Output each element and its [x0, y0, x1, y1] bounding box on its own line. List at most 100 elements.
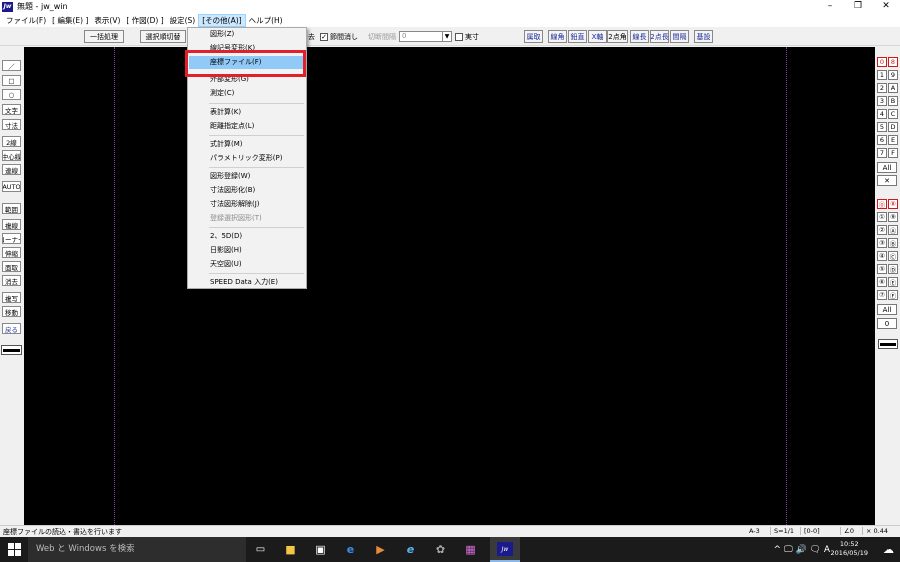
- left-tool-button[interactable]: 中心線: [2, 150, 21, 161]
- left-tool-button[interactable]: 面取: [2, 261, 21, 272]
- layer-group-button[interactable]: 1: [877, 70, 887, 80]
- menu-item[interactable]: [ 作図(D) ]: [123, 15, 166, 26]
- layer-all-button[interactable]: All: [877, 162, 897, 173]
- dropdown-menu-item[interactable]: 表計算(K): [189, 106, 305, 119]
- layer-button[interactable]: ⑦: [877, 290, 887, 300]
- dropdown-menu-item[interactable]: 日影図(H): [189, 244, 305, 257]
- menu-item[interactable]: ヘルプ(H): [246, 15, 286, 26]
- left-tool-button[interactable]: 連線: [2, 164, 21, 175]
- layer-button[interactable]: ③: [877, 238, 887, 248]
- toolbar-tool-button[interactable]: 2点角: [607, 30, 628, 43]
- system-tray[interactable]: ^ 🖵 🔊 🗨 A: [774, 537, 830, 562]
- app-icon-image[interactable]: ▦: [462, 541, 479, 558]
- layer-group-button[interactable]: 9: [888, 70, 898, 80]
- left-tool-button[interactable]: コーナー: [2, 233, 21, 244]
- left-tool-button[interactable]: 2線: [2, 136, 21, 147]
- close-icon[interactable]: ✕: [872, 0, 900, 13]
- layer-group-button[interactable]: 7: [877, 148, 887, 158]
- left-tool-button[interactable]: 複写: [2, 292, 21, 303]
- dropdown-menu-item[interactable]: 図形登録(W): [189, 170, 305, 183]
- dropdown-menu-item[interactable]: 距離指定点(L): [189, 120, 305, 133]
- layer-indicator[interactable]: [0-0]: [800, 527, 823, 535]
- menu-item[interactable]: 設定(S): [167, 15, 199, 26]
- layer-button[interactable]: Ⓒ: [888, 251, 898, 261]
- menu-item[interactable]: 表示(V): [91, 15, 123, 26]
- layer-group-button[interactable]: E: [888, 135, 898, 145]
- line-type-indicator[interactable]: [1, 345, 22, 355]
- menu-item[interactable]: [その他(A)]: [198, 13, 246, 27]
- layer-button[interactable]: Ⓓ: [888, 264, 898, 274]
- angle-indicator[interactable]: ∠0: [840, 527, 857, 535]
- left-tool-button[interactable]: 消去: [2, 275, 21, 286]
- layer-button[interactable]: Ⓐ: [888, 225, 898, 235]
- left-tool-button[interactable]: 複線: [2, 219, 21, 230]
- layer-group-button[interactable]: 8: [888, 57, 898, 67]
- dropdown-menu-item[interactable]: 寸法図形解除(J): [189, 198, 305, 211]
- batch-button[interactable]: 一括処理: [84, 30, 124, 43]
- left-tool-button[interactable]: ／: [2, 60, 21, 71]
- file-explorer-icon[interactable]: ■: [282, 541, 299, 558]
- layer-button[interactable]: Ⓔ: [888, 277, 898, 287]
- toolbar-tool-button[interactable]: 鉛直: [568, 30, 587, 43]
- layer-group-button[interactable]: 4: [877, 109, 887, 119]
- close-icon[interactable]: ✕: [877, 175, 897, 186]
- paper-size[interactable]: A-3: [746, 527, 763, 535]
- layer-group-button[interactable]: 5: [877, 122, 887, 132]
- scale-indicator[interactable]: S=1/1: [770, 527, 797, 535]
- left-tool-button[interactable]: 文字: [2, 104, 21, 115]
- layer-zero-button[interactable]: 0: [877, 318, 897, 329]
- dropdown-menu-item[interactable]: パラメトリック変形(P): [189, 152, 305, 165]
- jw-win-taskbar-button[interactable]: Jw: [490, 537, 520, 562]
- toolbar-tool-button[interactable]: 属取: [524, 30, 543, 43]
- node-erase-checkbox[interactable]: ✓ 節間消し: [320, 32, 358, 42]
- edge-browser-icon[interactable]: e: [342, 541, 359, 558]
- store-icon[interactable]: ▣: [312, 541, 329, 558]
- layer-button[interactable]: Ⓑ: [888, 238, 898, 248]
- left-tool-button[interactable]: 移動: [2, 306, 21, 317]
- layer-group-button[interactable]: 3: [877, 96, 887, 106]
- zoom-indicator[interactable]: × 0.44: [862, 527, 891, 535]
- layer-button[interactable]: ⓪: [877, 199, 887, 209]
- layer-group-button[interactable]: C: [888, 109, 898, 119]
- left-tool-button[interactable]: ○: [2, 89, 21, 100]
- dropdown-menu-item[interactable]: SPEED Data 入力(E): [189, 276, 305, 289]
- layer-group-button[interactable]: B: [888, 96, 898, 106]
- line-type-indicator[interactable]: [878, 339, 898, 349]
- toolbar-tool-button[interactable]: 線長: [630, 30, 649, 43]
- layer-group-button[interactable]: 6: [877, 135, 887, 145]
- left-tool-button[interactable]: 戻る: [2, 323, 21, 334]
- layer-button[interactable]: ⑤: [877, 264, 887, 274]
- left-tool-button[interactable]: AUTO: [2, 181, 21, 192]
- layer-button[interactable]: ④: [877, 251, 887, 261]
- task-view-icon[interactable]: ▭: [252, 541, 269, 558]
- layer-group-button[interactable]: A: [888, 83, 898, 93]
- windows-start-icon[interactable]: [8, 543, 21, 556]
- dropdown-menu-item[interactable]: 寸法図形化(B): [189, 184, 305, 197]
- layer-button[interactable]: ⑨: [888, 212, 898, 222]
- taskbar-search-box[interactable]: Web と Windows を検索: [28, 537, 246, 562]
- menu-item[interactable]: [ 編集(E) ]: [49, 15, 91, 26]
- layer-group-button[interactable]: 0: [877, 57, 887, 67]
- left-tool-button[interactable]: 範囲: [2, 203, 21, 214]
- dropdown-menu-item[interactable]: 天空図(U): [189, 258, 305, 271]
- layer-group-button[interactable]: F: [888, 148, 898, 158]
- cut-interval-combo[interactable]: 0 ▼: [399, 31, 452, 42]
- dotted-checkbox[interactable]: 実寸: [455, 32, 479, 42]
- internet-explorer-icon[interactable]: e: [402, 541, 419, 558]
- toolbar-tool-button[interactable]: 2点長: [650, 30, 669, 43]
- left-tool-button[interactable]: 伸縮: [2, 247, 21, 258]
- layer-all-button[interactable]: All: [877, 304, 897, 315]
- menu-item[interactable]: ファイル(F): [3, 15, 49, 26]
- maximize-icon[interactable]: ❐: [844, 0, 872, 13]
- layer-group-button[interactable]: D: [888, 122, 898, 132]
- layer-button[interactable]: ⑥: [877, 277, 887, 287]
- toolbar-tool-button[interactable]: 間隔: [670, 30, 689, 43]
- layer-button[interactable]: ①: [877, 212, 887, 222]
- taskbar-clock[interactable]: 10:52 2016/05/19: [831, 540, 868, 558]
- dropdown-menu-item[interactable]: 式計算(M): [189, 138, 305, 151]
- select-order-button[interactable]: 選択順切替: [140, 30, 186, 43]
- drawing-canvas[interactable]: [24, 47, 875, 525]
- layer-button[interactable]: ②: [877, 225, 887, 235]
- toolbar-tool-button[interactable]: X軸: [588, 30, 607, 43]
- toolbar-tool-button[interactable]: 線角: [548, 30, 567, 43]
